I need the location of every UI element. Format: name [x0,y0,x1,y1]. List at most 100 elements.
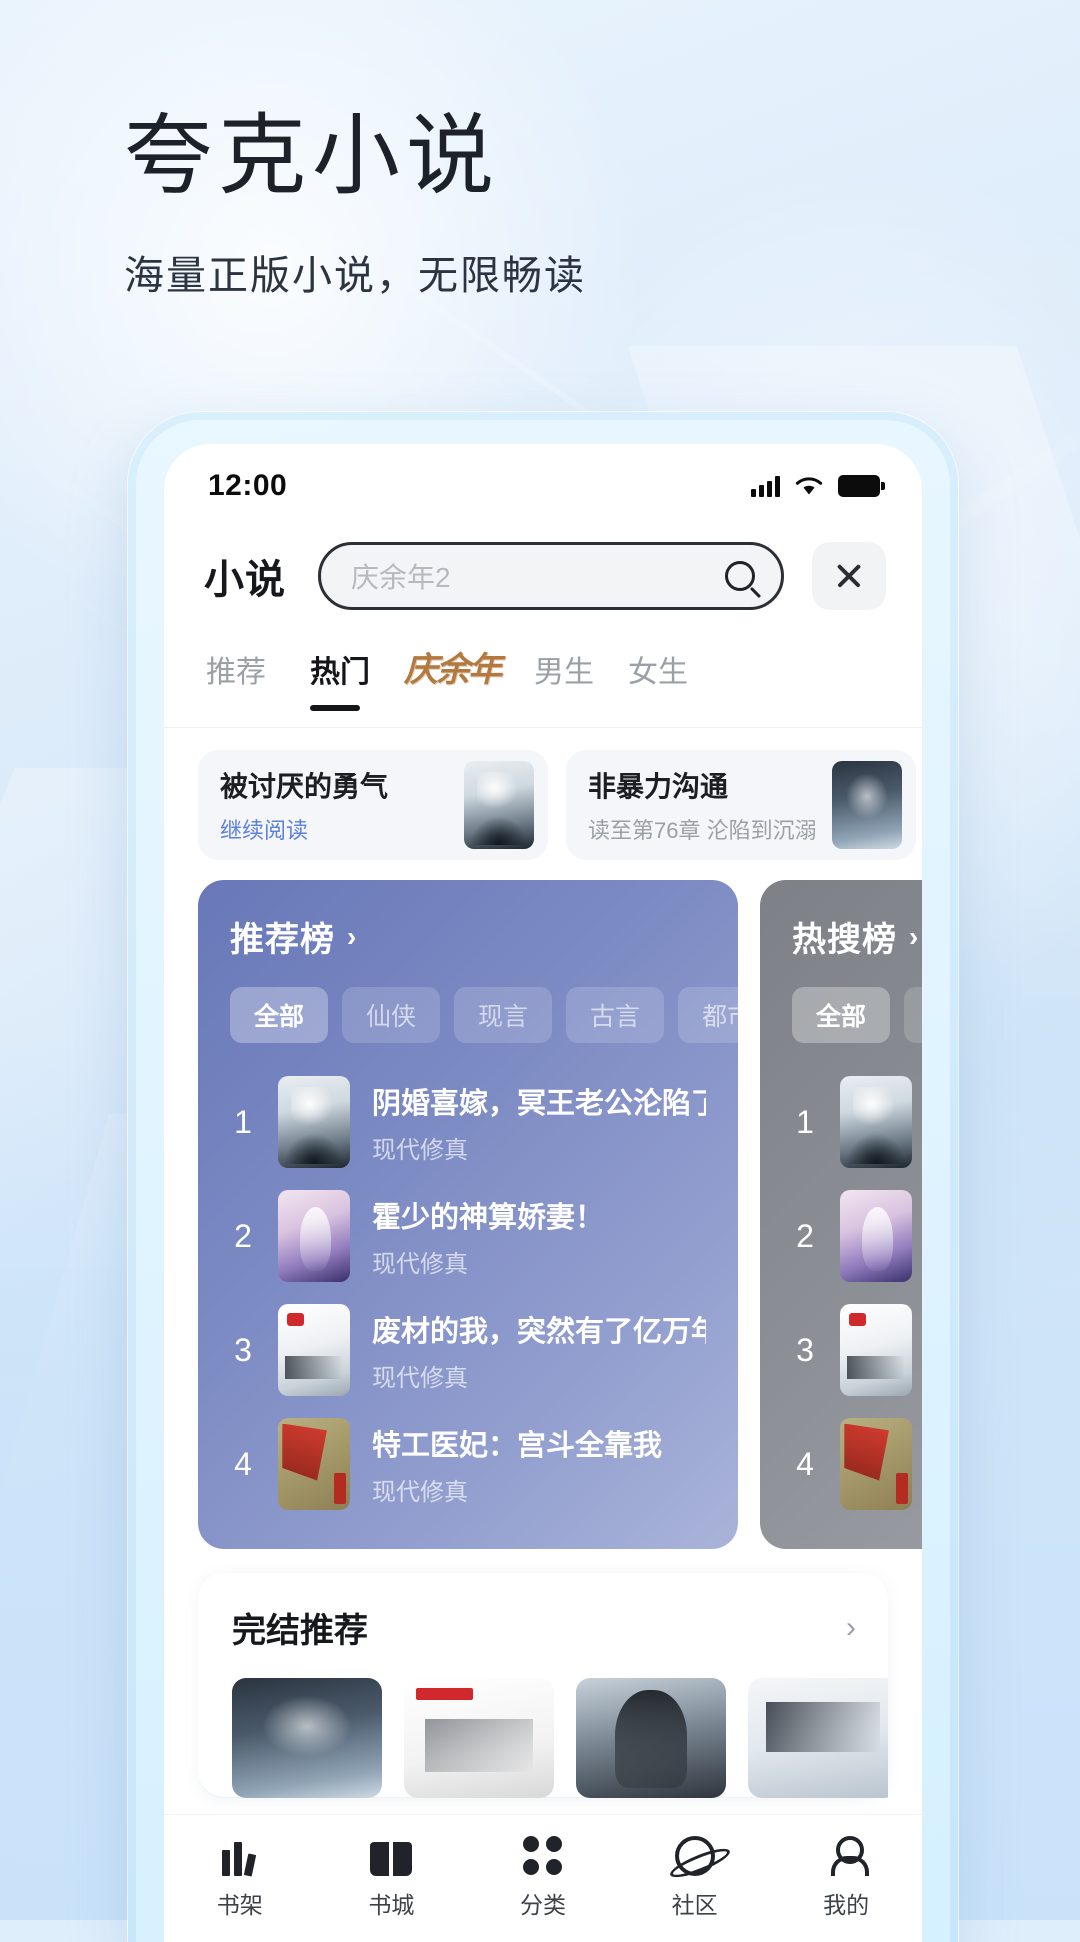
row-texts: 特工医妃：宫斗全靠我 现代修真 [372,1422,706,1507]
status-bar: 12:00 [164,444,922,528]
panel-header[interactable]: 推荐榜 › [198,912,738,961]
bottom-tab-bar: 书架 书城 分类 社区 我的 [164,1814,922,1942]
phone-mockup: 12:00 小说 庆余年2 推荐 热门 庆余年 男生 女生 被讨厌的勇气 继续阅… [128,412,958,1942]
continue-reading-card[interactable]: 非暴力沟通 读至第76章 沦陷到沉溺 [566,750,916,860]
tab-label: 热门 [310,656,370,689]
row-texts: 霍少的神算娇妻！ 现代修真 [372,1194,706,1279]
tabbar-item-shelf[interactable]: 书架 [164,1832,316,1920]
book-cover[interactable] [840,1304,912,1396]
ranking-row[interactable]: 3 废材的我，突然有了亿万年 现代修真 [230,1293,706,1407]
book-cover[interactable] [232,1678,382,1798]
tab-label: 男生 [534,656,594,689]
book-cover[interactable] [748,1678,888,1798]
card-texts: 被讨厌的勇气 继续阅读 [220,765,452,845]
close-button[interactable] [812,542,886,610]
ranking-row[interactable]: 4 特工医妃：宫斗全靠我 现代修真 [792,1407,922,1521]
rank-number: 2 [796,1217,814,1254]
book-cover[interactable] [278,1076,350,1168]
battery-icon [838,475,885,497]
book-category: 现代修真 [372,1250,468,1278]
book-cover[interactable] [278,1418,350,1510]
tabbar-label: 社区 [671,1891,718,1918]
tab-qingyunian[interactable]: 庆余年 [404,642,534,697]
tab-hot[interactable]: 热门 [310,647,404,711]
ranking-row[interactable]: 2 霍少的神算娇妻！ 现代修真 [230,1179,706,1293]
finished-cover-row[interactable] [198,1652,888,1798]
ranking-row[interactable]: 2 霍少的神算娇妻！ 现代修真 [792,1179,922,1293]
rank-number: 4 [796,1445,814,1482]
genre-chip-xianxia[interactable]: 仙侠 [904,987,922,1043]
phone-screen: 12:00 小说 庆余年2 推荐 热门 庆余年 男生 女生 被讨厌的勇气 继续阅… [164,444,922,1942]
tab-female[interactable]: 女生 [628,647,722,697]
ranking-row[interactable]: 1 阴婚喜嫁，冥王老公沦陷了 现代修真 [792,1065,922,1179]
ranking-row[interactable]: 1 阴婚喜嫁，冥王老公沦陷了 现代修真 [230,1065,706,1179]
tab-label: 推荐 [206,656,266,689]
continue-reading-row[interactable]: 被讨厌的勇气 继续阅读 非暴力沟通 读至第76章 沦陷到沉溺 认知觉醒 继续阅读 [164,728,922,860]
status-bar-time: 12:00 [208,469,288,502]
book-cover[interactable] [464,761,534,849]
genre-chip-row[interactable]: 全部 仙侠 现言 古言 都市 玄幻 [198,987,738,1043]
rank-number: 2 [234,1217,252,1254]
book-title: 霍少的神算娇妻！ [372,1201,605,1234]
book-title: 阴婚喜嫁，冥王老公沦陷了 [372,1087,706,1120]
wifi-icon [795,477,823,495]
genre-chip-xianyan[interactable]: 现言 [454,987,553,1043]
section-title: 完结推荐 [232,1612,368,1650]
book-cover[interactable] [576,1678,726,1798]
bookstore-icon [370,1832,413,1876]
genre-chip-guyan[interactable]: 古言 [566,987,665,1043]
tabbar-label: 书城 [368,1891,415,1918]
continue-reading-link[interactable]: 继续阅读 [220,813,452,845]
search-icon[interactable] [725,561,755,591]
rank-number: 3 [796,1331,814,1368]
tab-recommend[interactable]: 推荐 [206,647,310,697]
category-tab-bar: 推荐 热门 庆余年 男生 女生 [164,620,922,711]
book-title: 废材的我，突然有了亿万年 [372,1315,706,1348]
panel-title: 推荐榜 [230,921,335,959]
book-cover[interactable] [840,1076,912,1168]
bookshelf-icon [221,1832,258,1877]
tabbar-label: 书架 [216,1891,263,1918]
book-cover[interactable] [404,1678,554,1798]
book-cover[interactable] [840,1190,912,1282]
hot-ranking-panel[interactable]: 热搜榜 › 全部 仙侠 现言 1 阴婚喜嫁，冥王老公沦陷了 现代修真 [760,880,922,1549]
tabbar-item-mine[interactable]: 我的 [770,1832,922,1920]
tab-male[interactable]: 男生 [534,647,628,697]
panel-header[interactable]: 热搜榜 › [760,912,922,961]
recommend-ranking-panel[interactable]: 推荐榜 › 全部 仙侠 现言 古言 都市 玄幻 1 阴婚喜嫁， [198,880,738,1549]
book-category: 现代修真 [372,1478,468,1506]
tabbar-item-community[interactable]: 社区 [619,1832,771,1920]
book-cover[interactable] [840,1418,912,1510]
page-title: 夸克小说 [124,106,501,205]
ranking-row[interactable]: 3 废材的我，突然有了亿万年 现代修真 [792,1293,922,1407]
tabbar-item-store[interactable]: 书城 [316,1832,468,1920]
rank-number: 4 [234,1445,252,1482]
book-title: 被讨厌的勇气 [220,771,389,802]
genre-chip-xianxia[interactable]: 仙侠 [342,987,441,1043]
tabbar-item-category[interactable]: 分类 [467,1832,619,1920]
genre-chip-dushi[interactable]: 都市 [678,987,738,1043]
book-title: 非暴力沟通 [588,771,729,802]
chevron-right-icon: › [909,920,919,952]
tabbar-label: 分类 [519,1891,566,1918]
genre-chip-row[interactable]: 全部 仙侠 现言 [760,987,922,1043]
ranking-row[interactable]: 4 特工医妃：宫斗全靠我 现代修真 [230,1407,706,1521]
genre-chip-all[interactable]: 全部 [230,987,329,1043]
ranking-panels-row[interactable]: 推荐榜 › 全部 仙侠 现言 古言 都市 玄幻 1 阴婚喜嫁， [164,860,922,1549]
continue-reading-card[interactable]: 被讨厌的勇气 继续阅读 [198,750,548,860]
section-header[interactable]: 完结推荐 › [198,1603,888,1652]
book-cover[interactable] [278,1190,350,1282]
finished-recommend-section: 完结推荐 › [198,1573,888,1798]
search-input[interactable]: 庆余年2 [318,542,784,610]
book-cover[interactable] [832,761,902,849]
book-cover[interactable] [278,1304,350,1396]
book-category: 现代修真 [372,1364,468,1392]
rank-number: 1 [234,1103,252,1140]
genre-chip-all[interactable]: 全部 [792,987,891,1043]
search-placeholder: 庆余年2 [351,562,451,593]
profile-user-icon [827,1832,870,1876]
reading-progress: 读至第76章 沦陷到沉溺 [588,818,817,843]
tabbar-label: 我的 [823,1891,870,1918]
rank-number: 1 [796,1103,814,1140]
category-grid-icon [522,1832,563,1876]
